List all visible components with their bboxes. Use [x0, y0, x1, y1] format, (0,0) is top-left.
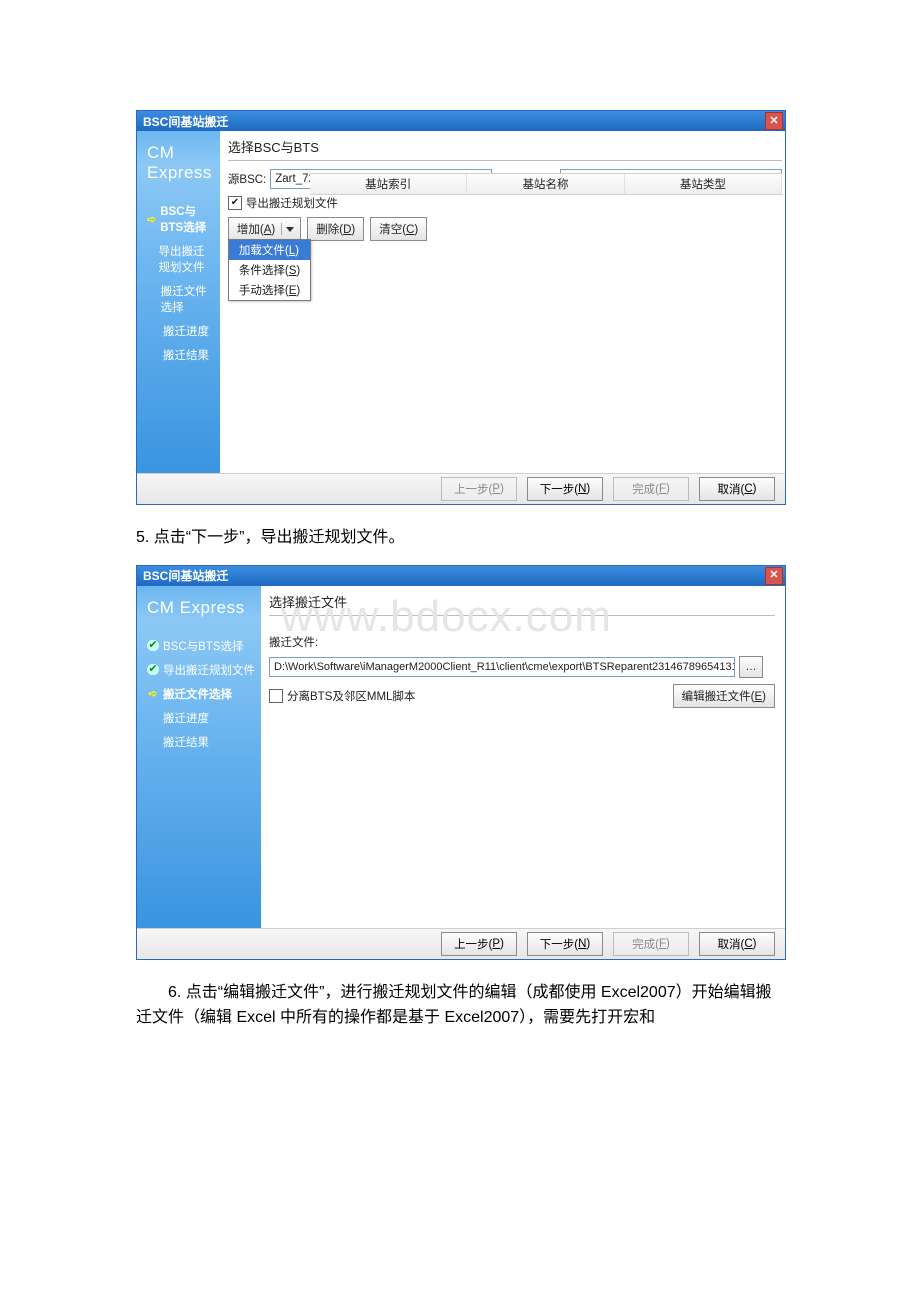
step-export-plan[interactable]: ✔ 导出搬迁规划文件 — [137, 658, 261, 682]
col-index: 基站索引 — [310, 174, 467, 194]
section-title: 选择BSC与BTS — [228, 135, 782, 161]
delete-button-label: 删除(D) — [316, 221, 355, 237]
dialog-step1: BSC间基站搬迁 ✕ CM Express ➪ BSC与BTS选择 导出搬迁规划… — [136, 110, 786, 505]
source-bsc-label: 源BSC: — [228, 171, 266, 187]
clear-button-label: 清空(C) — [379, 221, 418, 237]
delete-button[interactable]: 删除(D) — [307, 217, 364, 241]
col-name: 基站名称 — [467, 174, 624, 194]
migration-file-input[interactable]: D:\Work\Software\iManagerM2000Client_R11… — [269, 657, 735, 677]
step-label: 搬迁文件选择 — [163, 686, 232, 702]
main-panel: www.bdocx.com 选择搬迁文件 搬迁文件: D:\Work\Softw… — [261, 586, 785, 928]
step-progress[interactable]: 搬迁进度 — [137, 706, 261, 730]
step-label: 导出搬迁规划文件 — [158, 243, 215, 275]
titlebar[interactable]: BSC间基站搬迁 ✕ — [137, 111, 785, 131]
brand-logo: CM Express — [137, 137, 220, 199]
step-export-plan[interactable]: 导出搬迁规划文件 — [137, 239, 220, 279]
finish-button: 完成(F) — [613, 477, 689, 501]
prev-button: 上一步(P) — [441, 477, 517, 501]
arrow-icon: ➪ — [147, 687, 159, 700]
arrow-icon: ➪ — [147, 213, 156, 226]
path-label: 搬迁文件: — [269, 634, 318, 650]
menu-label: 手动选择(E) — [239, 285, 300, 297]
migration-file-value: D:\Work\Software\iManagerM2000Client_R11… — [274, 661, 735, 673]
step-label: BSC与BTS选择 — [163, 638, 244, 654]
titlebar[interactable]: BSC间基站搬迁 ✕ — [137, 566, 785, 586]
step-label: 搬迁文件选择 — [161, 283, 216, 315]
dialog-step3: BSC间基站搬迁 ✕ CM Express ✔ BSC与BTS选择 ✔ 导出搬迁… — [136, 565, 786, 960]
next-button[interactable]: 下一步(N) — [527, 932, 603, 956]
brand-logo: CM Express — [137, 592, 261, 634]
clear-button[interactable]: 清空(C) — [370, 217, 427, 241]
prev-button[interactable]: 上一步(P) — [441, 932, 517, 956]
menu-label: 条件选择(S) — [239, 265, 300, 277]
step-file-select[interactable]: ➪ 搬迁文件选择 — [137, 682, 261, 706]
check-icon: ✔ — [147, 664, 159, 675]
step-result[interactable]: 搬迁结果 — [137, 343, 220, 367]
step-label: 搬迁进度 — [163, 710, 209, 726]
ellipsis-icon: … — [746, 661, 757, 673]
step-bsc-bts-select[interactable]: ➪ BSC与BTS选择 — [137, 199, 220, 239]
main-panel: 选择BSC与BTS 源BSC: Zart_720_GBSS_SourceBSC … — [220, 131, 792, 473]
close-icon[interactable]: ✕ — [765, 112, 783, 130]
step-label: 导出搬迁规划文件 — [163, 662, 255, 678]
menu-manual-select[interactable]: 手动选择(E) — [229, 280, 310, 300]
next-button[interactable]: 下一步(N) — [527, 477, 603, 501]
section-title: 选择搬迁文件 — [269, 590, 775, 616]
edit-button-label: 编辑搬迁文件(E) — [682, 688, 766, 704]
bts-table-header: 基站索引 基站名称 基站类型 — [310, 173, 782, 195]
browse-button[interactable]: … — [739, 656, 763, 678]
cancel-button[interactable]: 取消(C) — [699, 477, 775, 501]
window-title: BSC间基站搬迁 — [143, 567, 228, 584]
export-plan-checkbox[interactable]: ✔ — [228, 196, 242, 210]
wizard-sidebar: CM Express ➪ BSC与BTS选择 导出搬迁规划文件 搬迁文件选择 搬… — [137, 131, 220, 473]
wizard-sidebar: CM Express ✔ BSC与BTS选择 ✔ 导出搬迁规划文件 ➪ 搬迁文件… — [137, 586, 261, 928]
edit-migration-file-button[interactable]: 编辑搬迁文件(E) — [673, 684, 775, 708]
finish-button: 完成(F) — [613, 932, 689, 956]
add-split-arrow[interactable] — [281, 223, 298, 235]
menu-condition-select[interactable]: 条件选择(S) — [229, 260, 310, 280]
menu-load-file[interactable]: 加载文件(L) — [229, 240, 310, 260]
step-label: 搬迁结果 — [163, 734, 209, 750]
cancel-button[interactable]: 取消(C) — [699, 932, 775, 956]
step-label: BSC与BTS选择 — [160, 203, 216, 235]
wizard-footer: 上一步(P) 下一步(N) 完成(F) 取消(C) — [137, 473, 785, 504]
add-button[interactable]: 增加(A)增加(A) — [228, 217, 301, 241]
add-dropdown-menu: 加载文件(L) 条件选择(S) 手动选择(E) — [228, 239, 311, 301]
step-progress[interactable]: 搬迁进度 — [137, 319, 220, 343]
menu-label: 加载文件(L) — [239, 245, 299, 257]
step-bsc-bts-select[interactable]: ✔ BSC与BTS选择 — [137, 634, 261, 658]
chevron-down-icon — [286, 227, 294, 232]
step-result[interactable]: 搬迁结果 — [137, 730, 261, 754]
step-label: 搬迁进度 — [163, 323, 209, 339]
caption-5: 5. 点击“下一步”，导出搬迁规划文件。 — [136, 525, 784, 551]
export-plan-label: 导出搬迁规划文件 — [246, 195, 338, 211]
check-icon: ✔ — [147, 640, 159, 651]
col-type: 基站类型 — [625, 174, 782, 194]
close-icon[interactable]: ✕ — [765, 567, 783, 585]
window-title: BSC间基站搬迁 — [143, 113, 228, 130]
wizard-footer: 上一步(P) 下一步(N) 完成(F) 取消(C) — [137, 928, 785, 959]
caption-6: 6. 点击“编辑搬迁文件”，进行搬迁规划文件的编辑（成都使用 Excel2007… — [136, 980, 784, 1031]
step-file-select[interactable]: 搬迁文件选择 — [137, 279, 220, 319]
split-mml-checkbox[interactable] — [269, 689, 283, 703]
step-label: 搬迁结果 — [163, 347, 209, 363]
add-button-label: 增加(A)增加(A) — [237, 221, 275, 237]
split-mml-label: 分离BTS及邻区MML脚本 — [287, 688, 415, 704]
